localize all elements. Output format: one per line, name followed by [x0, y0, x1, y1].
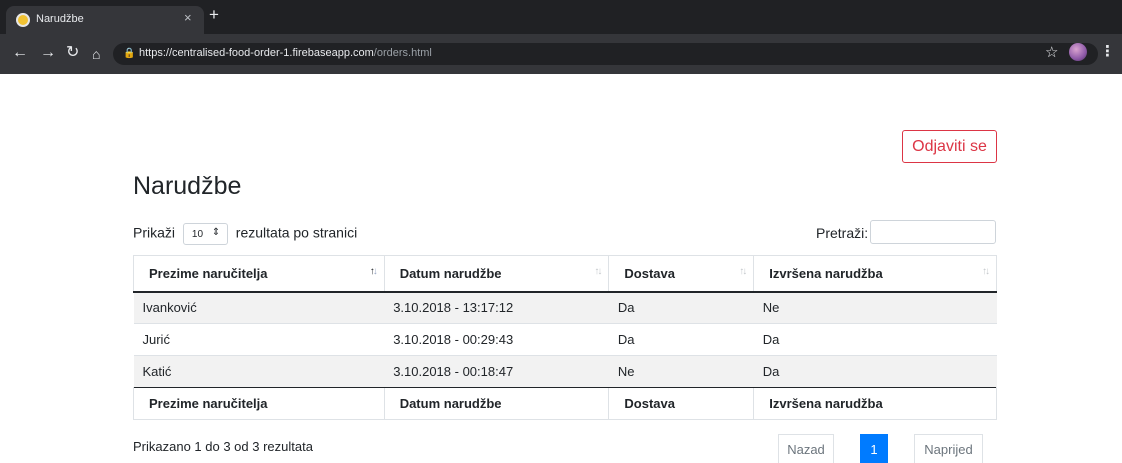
- address-bar[interactable]: 🔒 https://centralised-food-order-1.fireb…: [113, 43, 1098, 65]
- pagination-previous-button[interactable]: Nazad: [778, 434, 834, 463]
- lock-icon: 🔒: [123, 48, 136, 59]
- cell-surname: Ivanković: [133, 291, 385, 324]
- column-header-completed[interactable]: Izvršena narudžba ↑↓: [753, 255, 997, 293]
- footer-label: Datum narudžbe: [383, 387, 609, 420]
- sort-icon: ↑↓: [739, 266, 747, 277]
- footer-label: Prezime naručitelja: [133, 387, 385, 420]
- header-label: Prezime naručitelja: [149, 265, 268, 281]
- page-length-control: Prikaži 10 ⇕ rezultata po stranici: [133, 223, 357, 245]
- cell-completed: Ne: [753, 291, 997, 324]
- length-suffix: rezultata po stranici: [235, 224, 358, 241]
- table-info: Prikazano 1 do 3 od 3 rezultata: [133, 439, 313, 454]
- sort-icon: ↑↓: [594, 266, 602, 277]
- cell-delivery: Da: [608, 291, 754, 324]
- page-length-value: 10: [191, 229, 204, 240]
- favicon-icon: [16, 13, 30, 27]
- page-length-select[interactable]: 10 ⇕: [182, 223, 228, 245]
- orders-table: Prezime naručitelja ↑↓ Datum narudžbe ↑↓…: [133, 255, 997, 420]
- home-icon[interactable]: ⌂: [92, 45, 100, 63]
- select-arrows-icon: ⇕: [211, 227, 221, 238]
- table-header-row: Prezime naručitelja ↑↓ Datum narudžbe ↑↓…: [133, 255, 997, 293]
- table-row: Ivanković 3.10.2018 - 13:17:12 Da Ne: [133, 291, 997, 324]
- column-header-date[interactable]: Datum narudžbe ↑↓: [383, 255, 609, 293]
- profile-avatar[interactable]: [1069, 43, 1087, 61]
- cell-surname: Jurić: [133, 323, 385, 356]
- logout-button[interactable]: Odjaviti se: [902, 130, 997, 163]
- footer-label: Dostava: [608, 387, 754, 420]
- cell-surname: Katić: [133, 355, 385, 388]
- cell-delivery: Da: [608, 323, 754, 356]
- pagination-next-button[interactable]: Naprijed: [914, 434, 983, 463]
- column-header-surname[interactable]: Prezime naručitelja ↑↓: [133, 255, 385, 293]
- browser-menu-icon[interactable]: ⋮: [1100, 42, 1115, 60]
- tab-strip: Narudžbe × +: [0, 0, 1122, 34]
- cell-date: 3.10.2018 - 13:17:12: [384, 291, 609, 324]
- cell-date: 3.10.2018 - 00:29:43: [384, 323, 609, 356]
- header-label: Dostava: [624, 265, 675, 281]
- browser-toolbar: ← → ↻ ⌂ 🔒 https://centralised-food-order…: [0, 34, 1122, 74]
- tab-title: Narudžbe: [36, 13, 84, 25]
- page-title: Narudžbe: [133, 172, 242, 200]
- cell-completed: Da: [753, 355, 997, 388]
- table-footer-row: Prezime naručitelja Datum narudžbe Dosta…: [133, 387, 997, 420]
- header-label: Datum narudžbe: [399, 265, 502, 281]
- cell-completed: Da: [753, 323, 997, 356]
- sort-ascending-icon: ↑↓: [369, 266, 378, 277]
- browser-tab[interactable]: Narudžbe ×: [6, 6, 204, 34]
- pagination-page-1[interactable]: 1: [860, 434, 888, 463]
- bookmark-star-icon[interactable]: ☆: [1045, 43, 1058, 61]
- close-tab-icon[interactable]: ×: [184, 11, 192, 25]
- back-icon[interactable]: ←: [12, 44, 28, 62]
- sort-icon: ↑↓: [982, 266, 990, 277]
- forward-icon[interactable]: →: [40, 44, 56, 62]
- url-text: https://centralised-food-order-1.firebas…: [139, 47, 432, 59]
- header-label: Izvršena narudžba: [769, 265, 883, 281]
- cell-delivery: Ne: [608, 355, 754, 388]
- search-input[interactable]: [870, 220, 996, 244]
- search-label: Pretraži:: [816, 225, 869, 241]
- length-prefix: Prikaži: [133, 224, 176, 241]
- cell-date: 3.10.2018 - 00:18:47: [384, 355, 609, 388]
- table-row: Katić 3.10.2018 - 00:18:47 Ne Da: [133, 355, 997, 388]
- new-tab-icon[interactable]: +: [209, 6, 219, 24]
- footer-label: Izvršena narudžba: [753, 387, 997, 420]
- column-header-delivery[interactable]: Dostava ↑↓: [608, 255, 754, 293]
- url-host: https://centralised-food-order-1.firebas…: [139, 47, 374, 59]
- table-row: Jurić 3.10.2018 - 00:29:43 Da Da: [133, 323, 997, 356]
- reload-icon[interactable]: ↻: [66, 44, 79, 62]
- url-path: /orders.html: [373, 47, 432, 59]
